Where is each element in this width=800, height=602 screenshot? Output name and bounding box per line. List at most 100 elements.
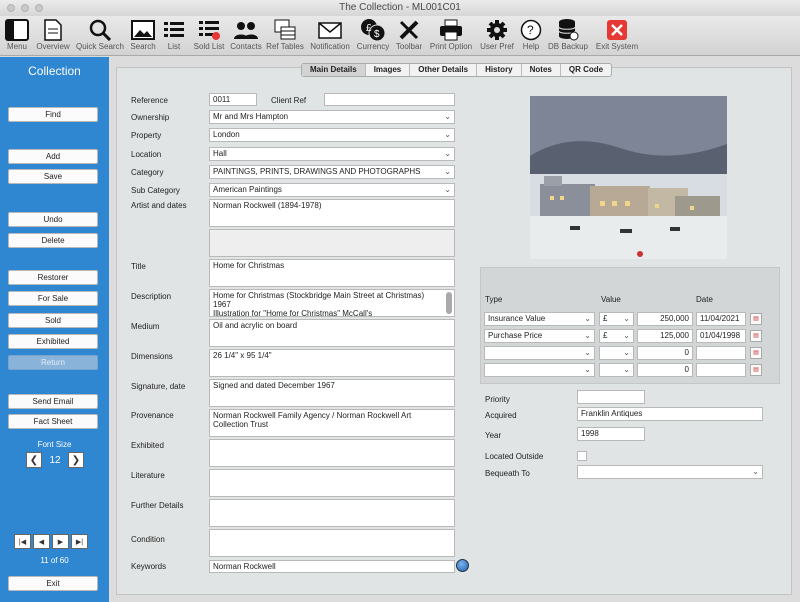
condition-field[interactable] bbox=[209, 529, 455, 557]
toolbar-sold-list-button[interactable]: Sold List bbox=[190, 16, 228, 55]
minimize-light[interactable] bbox=[21, 4, 29, 12]
find-button[interactable]: Find bbox=[8, 107, 98, 122]
calendar-icon[interactable]: ▤ bbox=[750, 364, 762, 376]
acquired-field[interactable]: Franklin Antiques bbox=[577, 407, 763, 421]
chevron-down-icon: ⌄ bbox=[623, 348, 630, 357]
next-record-icon[interactable]: ▶ bbox=[52, 534, 69, 549]
currency-select[interactable]: £ ⌄ bbox=[599, 329, 634, 343]
window-title: The Collection - ML001C01 bbox=[339, 2, 461, 13]
currency-select[interactable]: £ ⌄ bbox=[599, 312, 634, 326]
last-record-icon[interactable]: ▶| bbox=[71, 534, 88, 549]
medium-field[interactable]: Oil and acrylic on board bbox=[209, 319, 455, 347]
close-light[interactable] bbox=[7, 4, 15, 12]
literature-field[interactable] bbox=[209, 469, 455, 497]
restorer-button[interactable]: Restorer bbox=[8, 270, 98, 285]
valuation-type-select[interactable]: Insurance Value ⌄ bbox=[484, 312, 595, 326]
toolbar-user-pref-button[interactable]: User Pref bbox=[476, 16, 518, 55]
tab-images[interactable]: Images bbox=[366, 64, 411, 76]
toolbar-help-button[interactable]: ? Help bbox=[518, 16, 544, 55]
location-label: Location bbox=[131, 150, 162, 159]
valuation-type-select[interactable]: ⌄ bbox=[484, 346, 595, 360]
artwork-painting bbox=[530, 96, 727, 259]
artwork-image[interactable] bbox=[530, 96, 727, 259]
bequeath-label: Bequeath To bbox=[485, 469, 530, 478]
toolbar-menu-button[interactable]: Menu bbox=[0, 16, 34, 55]
located-outside-checkbox[interactable] bbox=[577, 451, 587, 461]
sold-button[interactable]: Sold bbox=[8, 313, 98, 328]
toolbar-print-option-button[interactable]: Print Option bbox=[426, 16, 476, 55]
toolbar-db-backup-button[interactable]: DB Backup bbox=[544, 16, 592, 55]
tab-history[interactable]: History bbox=[477, 64, 522, 76]
tab-other-details[interactable]: Other Details bbox=[410, 64, 478, 76]
previous-record-icon[interactable]: ◀ bbox=[33, 534, 50, 549]
provenance-field[interactable]: Norman Rockwell Family Agency / Norman R… bbox=[209, 409, 455, 437]
delete-button[interactable]: Delete bbox=[8, 233, 98, 248]
globe-icon[interactable] bbox=[456, 559, 469, 572]
valuation-amount-field[interactable]: 250,000 bbox=[637, 312, 693, 326]
valuation-amount-field[interactable]: 0 bbox=[637, 346, 693, 360]
calendar-icon[interactable]: ▤ bbox=[750, 330, 762, 342]
toolbar-exit-system-button[interactable]: Exit System bbox=[592, 16, 642, 55]
valuation-type-select[interactable]: ⌄ bbox=[484, 363, 595, 377]
fact-sheet-button[interactable]: Fact Sheet bbox=[8, 414, 98, 429]
sub-category-select[interactable]: American Paintings ⌄ bbox=[209, 183, 455, 197]
zoom-light[interactable] bbox=[35, 4, 43, 12]
signature-field[interactable]: Signed and dated December 1967 bbox=[209, 379, 455, 407]
further-details-field[interactable] bbox=[209, 499, 455, 527]
for-sale-button[interactable]: For Sale bbox=[8, 291, 98, 306]
priority-field[interactable] bbox=[577, 390, 645, 404]
valuation-date-field[interactable] bbox=[696, 346, 746, 360]
window-controls[interactable] bbox=[7, 4, 43, 12]
keywords-field[interactable]: Norman Rockwell bbox=[209, 560, 455, 573]
toolbar-list-button[interactable]: List bbox=[158, 16, 190, 55]
tab-main-details[interactable]: Main Details bbox=[302, 64, 366, 76]
description-scrollbar[interactable] bbox=[446, 292, 452, 314]
save-button[interactable]: Save bbox=[8, 169, 98, 184]
toolbar-overview-button[interactable]: Overview bbox=[34, 16, 72, 55]
valuation-date-field[interactable]: 11/04/2021 bbox=[696, 312, 746, 326]
undo-button[interactable]: Undo bbox=[8, 212, 98, 227]
increase-font-button[interactable]: ❯ bbox=[68, 452, 84, 468]
valuation-amount-field[interactable]: 125,000 bbox=[637, 329, 693, 343]
description-field[interactable]: Home for Christmas (Stockbridge Main Str… bbox=[209, 289, 455, 317]
category-select[interactable]: PAINTINGS, PRINTS, DRAWINGS AND PHOTOGRA… bbox=[209, 165, 455, 179]
valuation-date-field[interactable]: 01/04/1998 bbox=[696, 329, 746, 343]
exhibited-field[interactable] bbox=[209, 439, 455, 467]
toolbar-toolbar-button[interactable]: Toolbar bbox=[392, 16, 426, 55]
valuation-type-select[interactable]: Purchase Price ⌄ bbox=[484, 329, 595, 343]
toolbar-search-button[interactable]: Search bbox=[128, 16, 158, 55]
currency-select[interactable]: ⌄ bbox=[599, 346, 634, 360]
chevron-down-icon: ⌄ bbox=[623, 331, 630, 340]
location-select[interactable]: Hall ⌄ bbox=[209, 147, 455, 161]
valuation-date-field[interactable] bbox=[696, 363, 746, 377]
toolbar-currency-button[interactable]: £ $ Currency bbox=[354, 16, 392, 55]
client-ref-field[interactable] bbox=[324, 93, 455, 106]
artist-field[interactable]: Norman Rockwell (1894-1978) bbox=[209, 199, 455, 227]
toolbar-quick-search-button[interactable]: Quick Search bbox=[72, 16, 128, 55]
tab-notes[interactable]: Notes bbox=[522, 64, 561, 76]
calendar-icon[interactable]: ▤ bbox=[750, 313, 762, 325]
ownership-select[interactable]: Mr and Mrs Hampton ⌄ bbox=[209, 110, 455, 124]
decrease-font-button[interactable]: ❮ bbox=[26, 452, 42, 468]
artist-extra-field[interactable] bbox=[209, 229, 455, 257]
toolbar-notification-button[interactable]: Notification bbox=[306, 16, 354, 55]
svg-text:£: £ bbox=[366, 23, 372, 34]
return-button[interactable]: Return bbox=[8, 355, 98, 370]
exhibited-button[interactable]: Exhibited bbox=[8, 334, 98, 349]
toolbar-contacts-button[interactable]: Contacts bbox=[228, 16, 264, 55]
add-button[interactable]: Add bbox=[8, 149, 98, 164]
property-select[interactable]: London ⌄ bbox=[209, 128, 455, 142]
valuation-amount-field[interactable]: 0 bbox=[637, 363, 693, 377]
send-email-button[interactable]: Send Email bbox=[8, 394, 98, 409]
calendar-icon[interactable]: ▤ bbox=[750, 347, 762, 359]
dimensions-field[interactable]: 26 1/4" x 95 1/4" bbox=[209, 349, 455, 377]
year-field[interactable]: 1998 bbox=[577, 427, 645, 441]
exit-button[interactable]: Exit bbox=[8, 576, 98, 591]
tab-qr-code[interactable]: QR Code bbox=[561, 64, 611, 76]
title-field[interactable]: Home for Christmas bbox=[209, 259, 455, 287]
currency-select[interactable]: ⌄ bbox=[599, 363, 634, 377]
first-record-icon[interactable]: |◀ bbox=[14, 534, 31, 549]
bequeath-select[interactable]: ⌄ bbox=[577, 465, 763, 479]
reference-field[interactable]: 0011 bbox=[209, 93, 257, 106]
toolbar-ref-tables-button[interactable]: Ref Tables bbox=[264, 16, 306, 55]
